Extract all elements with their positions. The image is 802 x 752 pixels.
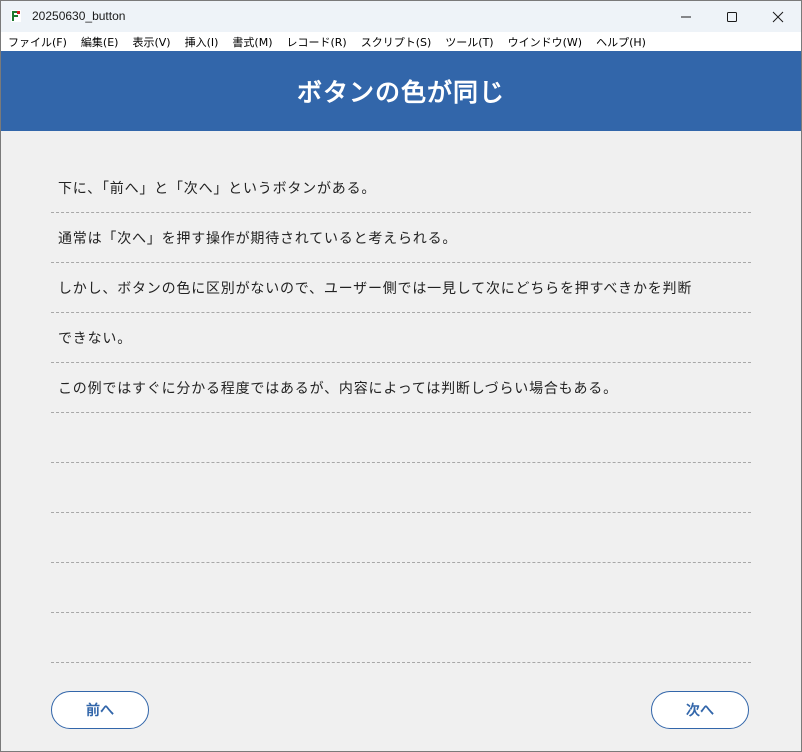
page-title: ボタンの色が同じ [296,78,505,107]
close-button[interactable] [755,1,801,32]
menu-file[interactable]: ファイル(F) [1,34,74,50]
text-line: 通常は「次へ」を押す操作が期待されていると考えられる。 [51,213,751,263]
text-line [51,513,751,563]
menu-format[interactable]: 書式(M) [225,34,279,50]
next-button[interactable]: 次へ [651,691,749,729]
maximize-button[interactable] [709,1,755,32]
maximize-icon [727,11,737,22]
minimize-button[interactable] [663,1,709,32]
text-line [51,613,751,663]
text-line: できない。 [51,313,751,363]
text-line [51,413,751,463]
text-line: しかし、ボタンの色に区別がないので、ユーザー側では一見して次にどちらを押すべきか… [51,263,751,313]
menu-tools[interactable]: ツール(T) [438,34,500,50]
text-line [51,563,751,613]
text-line: この例ではすぐに分かる程度ではあるが、内容によっては判断しづらい場合もある。 [51,363,751,413]
window-title: 20250630_button [32,9,126,23]
close-icon [772,11,784,22]
menu-insert[interactable]: 挿入(I) [178,34,226,50]
title-bar[interactable]: 20250630_button [1,1,801,32]
prev-button[interactable]: 前へ [51,691,149,729]
app-icon [11,10,21,22]
menu-view[interactable]: 表示(V) [125,34,177,50]
minimize-icon [681,16,691,17]
menu-window[interactable]: ウインドウ(W) [501,34,589,50]
text-lines: 下に、「前へ」と「次へ」というボタンがある。 通常は「次へ」を押す操作が期待され… [51,163,751,663]
app-window: 20250630_button ファイル(F) 編集(E) 表示(V) 挿入(I… [0,0,802,752]
menu-help[interactable]: ヘルプ(H) [589,34,653,50]
menu-scripts[interactable]: スクリプト(S) [354,34,439,50]
menu-edit[interactable]: 編集(E) [74,34,126,50]
text-line [51,463,751,513]
menu-records[interactable]: レコード(R) [279,34,353,50]
text-line: 下に、「前へ」と「次へ」というボタンがある。 [51,163,751,213]
menu-bar: ファイル(F) 編集(E) 表示(V) 挿入(I) 書式(M) レコード(R) … [1,32,801,51]
page-header: ボタンの色が同じ [1,51,801,131]
